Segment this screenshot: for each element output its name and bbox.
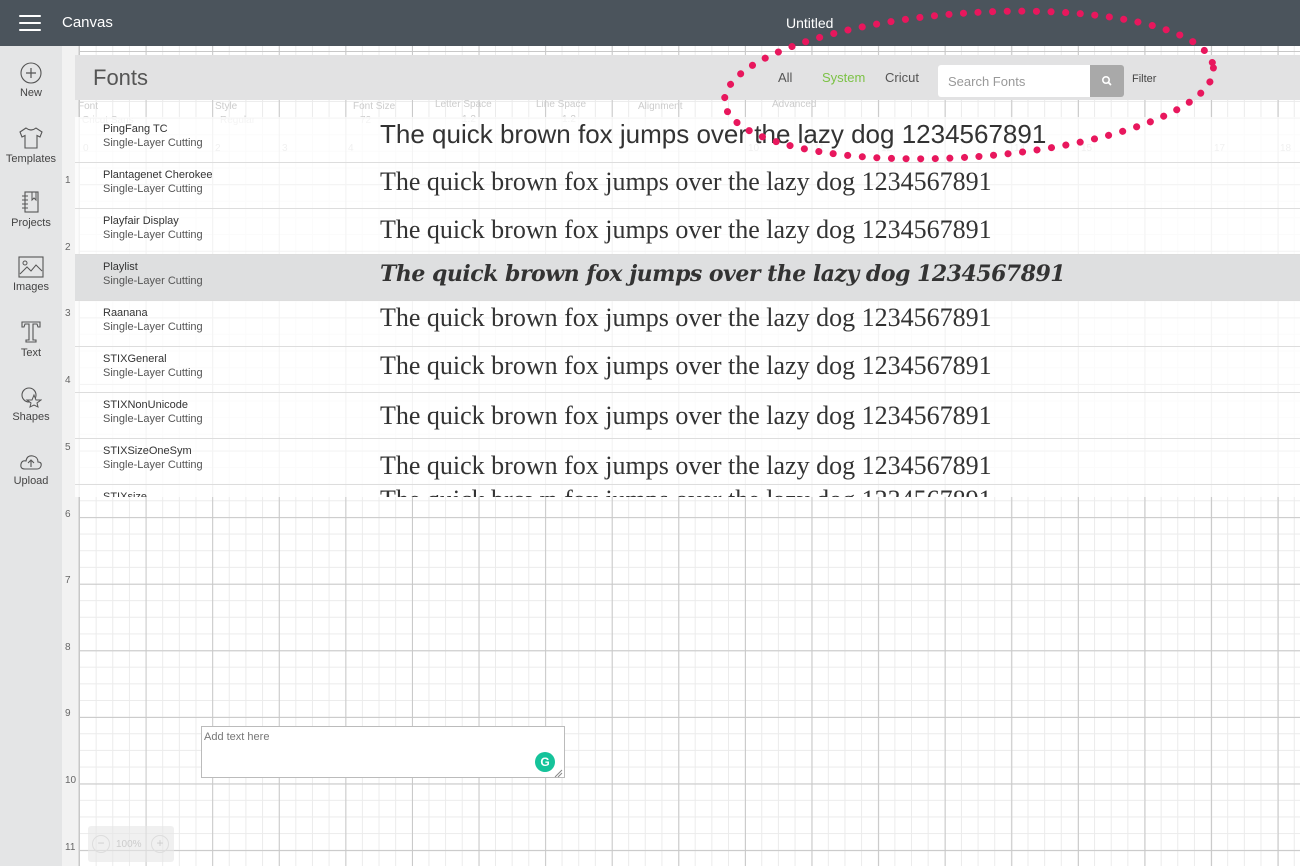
ruler-number: 1: [65, 175, 71, 186]
font-name: STIXsize: [103, 491, 148, 497]
font-name: Raanana: [103, 307, 148, 319]
font-sample: The quick brown fox jumps over the lazy …: [380, 485, 992, 497]
font-row-stixgeneral[interactable]: STIXGeneral Single-Layer Cutting The qui…: [75, 347, 1300, 393]
font-sample: The quick brown fox jumps over the lazy …: [380, 261, 1066, 287]
tab-system[interactable]: System: [822, 70, 865, 85]
app-title: Canvas: [62, 14, 113, 31]
font-type: Single-Layer Cutting: [103, 367, 203, 379]
zoom-out-button[interactable]: −: [92, 835, 110, 853]
tab-all[interactable]: All: [778, 70, 792, 85]
ruler-number: 7: [65, 575, 71, 586]
sidebar-item-projects[interactable]: Projects: [0, 190, 62, 229]
sidebar-label: Shapes: [12, 411, 50, 423]
left-sidebar: New Templates Projects Images Text Shape…: [0, 46, 62, 866]
ghost-letter-space-label: Letter Space: [435, 99, 492, 110]
ruler-number: 9: [65, 708, 71, 719]
ghost-alignment-label: Alignment: [638, 101, 683, 112]
search-button[interactable]: [1090, 65, 1124, 97]
plus-circle-icon: [20, 62, 42, 84]
filter-button[interactable]: Filter: [1132, 73, 1156, 85]
font-type: Single-Layer Cutting: [103, 459, 203, 471]
ghost-advanced-label: Advanced: [772, 99, 817, 110]
font-sample: The quick brown fox jumps over the lazy …: [380, 215, 992, 244]
zoom-control: − 100% +: [88, 826, 174, 862]
tab-cricut[interactable]: Cricut: [885, 70, 919, 85]
resize-handle-icon[interactable]: [553, 768, 563, 778]
sidebar-label: Text: [20, 347, 42, 359]
ghost-line-space-label: Line Space: [536, 99, 587, 110]
zoom-in-button[interactable]: +: [151, 835, 169, 853]
font-type: Single-Layer Cutting: [103, 413, 203, 425]
font-type: Single-Layer Cutting: [103, 229, 203, 241]
font-type: Single-Layer Cutting: [103, 275, 203, 287]
ghost-font-size-label: Font Size: [353, 101, 396, 112]
notebook-icon: [22, 191, 39, 213]
ruler-number: 5: [65, 442, 71, 453]
hamburger-menu-icon[interactable]: [19, 15, 41, 31]
text-t-icon: [21, 321, 41, 343]
font-name: Playfair Display: [103, 215, 179, 227]
font-sample: The quick brown fox jumps over the lazy …: [380, 303, 992, 332]
ruler-number: 4: [65, 375, 71, 386]
sidebar-item-new[interactable]: New: [0, 62, 62, 99]
font-type: Single-Layer Cutting: [103, 321, 203, 333]
font-row-stixsizeonesym[interactable]: STIXSizeOneSym Single-Layer Cutting The …: [75, 439, 1300, 485]
ruler-number: 2: [65, 242, 71, 253]
font-name: STIXGeneral: [103, 353, 167, 365]
font-row-playfair-display[interactable]: Playfair Display Single-Layer Cutting Th…: [75, 209, 1300, 255]
font-name: STIXNonUnicode: [103, 399, 188, 411]
sidebar-label: Templates: [5, 153, 57, 165]
font-sample: The quick brown fox jumps over the lazy …: [380, 401, 992, 430]
font-list: PingFang TC Single-Layer Cutting The qui…: [75, 117, 1300, 497]
ruler-number: 6: [65, 509, 71, 520]
font-row-raanana[interactable]: Raanana Single-Layer Cutting The quick b…: [75, 301, 1300, 347]
font-sample: The quick brown fox jumps over the lazy …: [380, 119, 1047, 149]
font-row-stixnonunicode[interactable]: STIXNonUnicode Single-Layer Cutting The …: [75, 393, 1300, 439]
ghost-font-label: Font: [78, 101, 99, 112]
top-bar: Canvas Untitled: [0, 0, 1300, 46]
image-icon: [18, 256, 44, 278]
ruler-number: 11: [65, 842, 76, 853]
shapes-icon: [21, 387, 42, 408]
sidebar-item-images[interactable]: Images: [0, 256, 62, 293]
document-title[interactable]: Untitled: [786, 15, 833, 31]
font-sample: The quick brown fox jumps over the lazy …: [380, 351, 992, 380]
sidebar-item-templates[interactable]: Templates: [0, 126, 62, 165]
add-text-input[interactable]: [201, 726, 565, 778]
font-sample: The quick brown fox jumps over the lazy …: [380, 451, 992, 480]
ruler-number: 8: [65, 642, 71, 653]
font-name: PingFang TC: [103, 123, 168, 135]
font-type: Single-Layer Cutting: [103, 137, 203, 149]
search-fonts-input[interactable]: [938, 65, 1090, 97]
tshirt-icon: [19, 127, 43, 149]
sidebar-item-text[interactable]: Text: [0, 320, 62, 359]
sidebar-label: Upload: [13, 475, 49, 487]
ruler-number: 10: [65, 775, 77, 786]
sidebar-item-shapes[interactable]: Shapes: [0, 386, 62, 423]
sidebar-label: Images: [12, 281, 50, 293]
font-row-pingfang-tc[interactable]: PingFang TC Single-Layer Cutting The qui…: [75, 117, 1300, 163]
font-type: Single-Layer Cutting: [103, 183, 203, 195]
font-sample: The quick brown fox jumps over the lazy …: [380, 167, 992, 196]
search-icon: [1102, 76, 1112, 86]
font-name: Plantagenet Cherokee: [103, 169, 213, 181]
cloud-upload-icon: [20, 455, 42, 470]
font-name: Playlist: [103, 261, 138, 273]
fonts-panel-title: Fonts: [93, 65, 149, 90]
sidebar-item-upload[interactable]: Upload: [0, 452, 62, 487]
ghost-style-label: Style: [215, 101, 238, 112]
sidebar-label: Projects: [11, 217, 51, 229]
font-row-stixsize[interactable]: STIXsize The quick brown fox jumps over …: [75, 485, 1300, 497]
font-row-plantagenet-cherokee[interactable]: Plantagenet Cherokee Single-Layer Cuttin…: [75, 163, 1300, 209]
ruler-number: 3: [65, 308, 71, 319]
zoom-level: 100%: [116, 839, 142, 850]
font-name: STIXSizeOneSym: [103, 445, 192, 457]
font-row-playlist[interactable]: Playlist Single-Layer Cutting The quick …: [75, 255, 1300, 301]
sidebar-label: New: [19, 87, 42, 99]
grammarly-icon[interactable]: G: [535, 752, 555, 772]
